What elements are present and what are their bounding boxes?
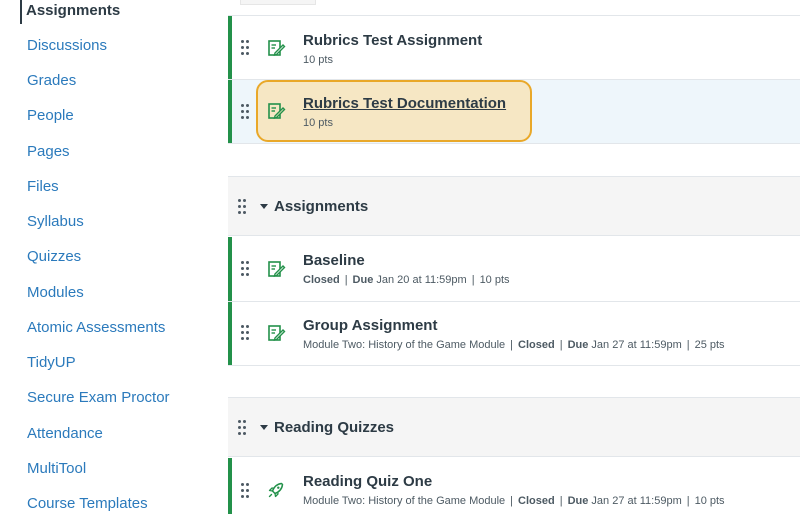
- nav-files[interactable]: Files: [27, 178, 59, 196]
- status-closed: Closed: [518, 339, 555, 351]
- collapse-caret-icon[interactable]: [260, 425, 268, 430]
- assignment-points: 10 pts: [479, 274, 510, 286]
- module-link[interactable]: Module Two: History of the Game Module: [303, 495, 505, 507]
- nav-atomic-assessments[interactable]: Atomic Assessments: [27, 319, 165, 337]
- assignment-points: 10 pts: [303, 117, 333, 129]
- published-indicator: [228, 458, 232, 514]
- published-indicator: [228, 80, 232, 143]
- nav-discussions[interactable]: Discussions: [27, 37, 107, 55]
- assignment-title-link[interactable]: Rubrics Test Documentation: [303, 95, 506, 112]
- quiz-rocket-icon: [268, 482, 284, 498]
- due-label: Due: [567, 495, 589, 507]
- due-label: Due: [352, 274, 374, 286]
- assignment-points: 25 pts: [694, 339, 725, 351]
- assignment-row[interactable]: Baseline Closed | Due Jan 20 at 11:59pm | 10…: [228, 237, 800, 302]
- drag-handle-icon[interactable]: [238, 420, 246, 436]
- assignment-icon: [268, 325, 286, 341]
- drag-handle-icon[interactable]: [241, 483, 249, 499]
- assignment-points: 10 pts: [303, 54, 333, 66]
- drag-handle-icon[interactable]: [241, 104, 249, 120]
- group-title[interactable]: Reading Quizzes: [274, 419, 394, 436]
- nav-people[interactable]: People: [27, 107, 74, 125]
- nav-syllabus[interactable]: Syllabus: [27, 213, 84, 231]
- quiz-title-link[interactable]: Reading Quiz One: [303, 473, 432, 490]
- nav-tidyup[interactable]: TidyUP: [27, 354, 76, 372]
- published-indicator: [228, 237, 232, 301]
- collapse-caret-icon[interactable]: [260, 204, 268, 209]
- drag-handle-icon[interactable]: [241, 40, 249, 56]
- assignment-meta: Module Two: History of the Game Module | C…: [303, 339, 725, 351]
- assignment-title-link[interactable]: Rubrics Test Assignment: [303, 32, 482, 49]
- assignment-points: 10 pts: [694, 495, 725, 507]
- drag-handle-icon[interactable]: [241, 261, 249, 277]
- assignment-icon: [268, 40, 286, 56]
- active-nav-indicator: [20, 0, 22, 24]
- nav-secure-exam-proctor[interactable]: Secure Exam Proctor: [27, 389, 170, 407]
- status-closed: Closed: [518, 495, 555, 507]
- assignment-title-link[interactable]: Baseline: [303, 252, 365, 269]
- nav-course-templates[interactable]: Course Templates: [27, 495, 148, 513]
- nav-grades[interactable]: Grades: [27, 72, 76, 90]
- group-title[interactable]: Assignments: [274, 198, 368, 215]
- due-date: Jan 27 at 11:59pm: [591, 495, 682, 507]
- nav-pages[interactable]: Pages: [27, 143, 70, 161]
- assignment-group-header[interactable]: Reading Quizzes: [228, 397, 800, 457]
- due-date: Jan 27 at 11:59pm: [591, 339, 682, 351]
- drag-handle-icon[interactable]: [241, 325, 249, 341]
- nav-multitool[interactable]: MultiTool: [27, 460, 86, 478]
- drag-handle-icon[interactable]: [238, 199, 246, 215]
- assignment-meta: Module Two: History of the Game Module | C…: [303, 495, 725, 507]
- due-label: Due: [567, 339, 589, 351]
- published-indicator: [228, 16, 232, 79]
- due-date: Jan 20 at 11:59pm: [376, 274, 467, 286]
- assignment-meta: Closed | Due Jan 20 at 11:59pm | 10 pts: [303, 274, 510, 286]
- assignment-icon: [268, 103, 286, 119]
- assignment-row[interactable]: Reading Quiz One Module Two: History of …: [228, 458, 800, 514]
- nav-attendance[interactable]: Attendance: [27, 425, 103, 443]
- assignment-group-header[interactable]: Assignments: [228, 176, 800, 236]
- assignment-row[interactable]: Rubrics Test Assignment 10 pts: [228, 15, 800, 80]
- assignment-title-link[interactable]: Group Assignment: [303, 317, 437, 334]
- status-closed: Closed: [303, 274, 340, 286]
- published-indicator: [228, 302, 232, 365]
- assignments-list: Rubrics Test Assignment 10 pts Rubrics T…: [228, 0, 800, 514]
- toolbar-edge: [240, 0, 316, 5]
- nav-quizzes[interactable]: Quizzes: [27, 248, 81, 266]
- assignment-row[interactable]: Group Assignment Module Two: History of …: [228, 302, 800, 366]
- nav-modules[interactable]: Modules: [27, 284, 84, 302]
- course-navigation: Assignments Discussions Grades People Pa…: [0, 0, 200, 514]
- assignment-icon: [268, 261, 286, 277]
- module-link[interactable]: Module Two: History of the Game Module: [303, 339, 505, 351]
- nav-assignments[interactable]: Assignments: [26, 2, 120, 20]
